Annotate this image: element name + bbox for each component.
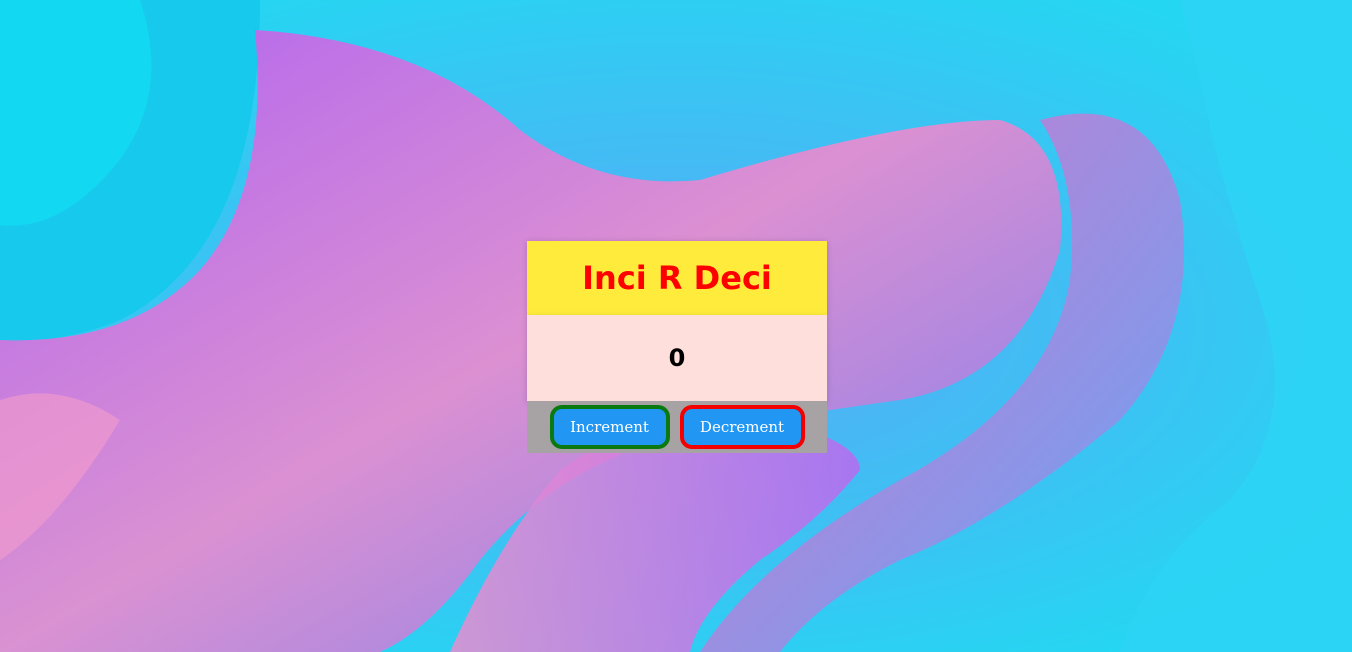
- counter-display: 0: [527, 315, 827, 401]
- button-bar: Increment Decrement: [527, 401, 827, 453]
- card-header: Inci R Deci: [527, 241, 827, 315]
- app-title: Inci R Deci: [582, 259, 772, 297]
- decrement-button[interactable]: Decrement: [679, 405, 805, 449]
- counter-card: Inci R Deci 0 Increment Decrement: [527, 241, 827, 453]
- increment-button[interactable]: Increment: [549, 405, 670, 449]
- counter-value: 0: [668, 344, 686, 372]
